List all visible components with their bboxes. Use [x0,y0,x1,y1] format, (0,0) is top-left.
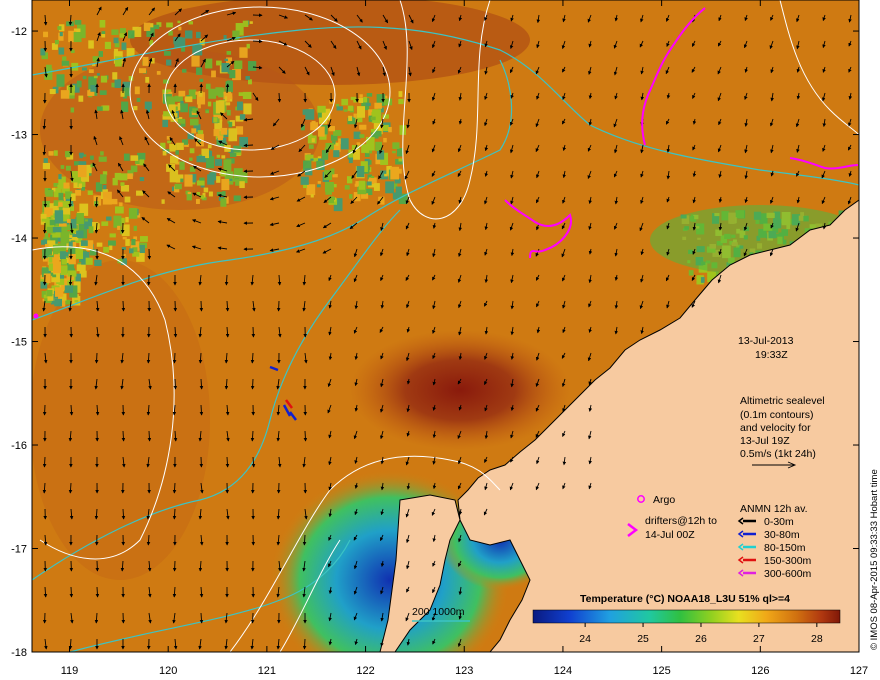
lat-tick-label: -16 [11,440,27,452]
credit-label: © IMOS 08-Apr-2015 09:33:33 Hobart time [869,469,880,650]
lon-tick-label: 123 [455,665,473,677]
colorbar-title: Temperature (°C) NOAA18_L3U 51% ql>=4 [580,593,790,605]
colorbar-tick-label: 25 [637,633,649,645]
time-label: 19:33Z [755,349,788,361]
date-label: 13-Jul-2013 [738,335,794,347]
lat-tick-label: -14 [11,233,27,245]
lat-tick-label: -12 [11,26,27,38]
lon-tick-label: 121 [258,665,276,677]
drifters-label-2: 14-Jul 00Z [645,529,695,541]
colorbar-tick-label: 27 [753,633,765,645]
anmn-item-label: 150-300m [764,555,812,567]
lon-tick-label: 119 [61,665,79,677]
lat-tick-label: -18 [11,647,27,659]
colorbar-tick-label: 24 [579,633,591,645]
anmn-item-label: 80-150m [764,542,806,554]
scale-label: 200 1000m [412,606,465,618]
svg-text:13-Jul 19Z: 13-Jul 19Z [740,435,790,447]
lon-tick-label: 120 [159,665,177,677]
svg-text:(0.1m contours): (0.1m contours) [740,409,814,421]
anmn-item-label: 30-80m [764,529,800,541]
lon-tick-label: 122 [356,665,374,677]
argo-label: Argo [653,494,675,506]
lon-tick-label: 124 [554,665,572,677]
anmn-item-label: 0-30m [764,516,794,528]
colorbar-tick-label: 26 [695,633,707,645]
lon-tick-label: 125 [652,665,670,677]
lat-tick-label: -13 [11,130,27,142]
drifters-label-1: drifters@12h to [645,515,717,527]
lat-tick-label: -17 [11,544,27,556]
lon-tick-label: 127 [850,665,868,677]
svg-text:and velocity for: and velocity for [740,422,811,434]
lon-tick-label: 126 [751,665,769,677]
anmn-item-label: 300-600m [764,568,812,580]
colorbar-tick-label: 28 [811,633,823,645]
svg-text:0.5m/s (1kt 24h): 0.5m/s (1kt 24h) [740,448,816,460]
svg-text:ANMN 12h av.: ANMN 12h av. [740,503,808,515]
svg-text:Altimetric sealevel: Altimetric sealevel [740,395,825,407]
lat-tick-label: -15 [11,337,27,349]
sst-map: 119 120 121 122 123 124 125 126 127 -12 -13 -14 -15… [11,0,880,677]
